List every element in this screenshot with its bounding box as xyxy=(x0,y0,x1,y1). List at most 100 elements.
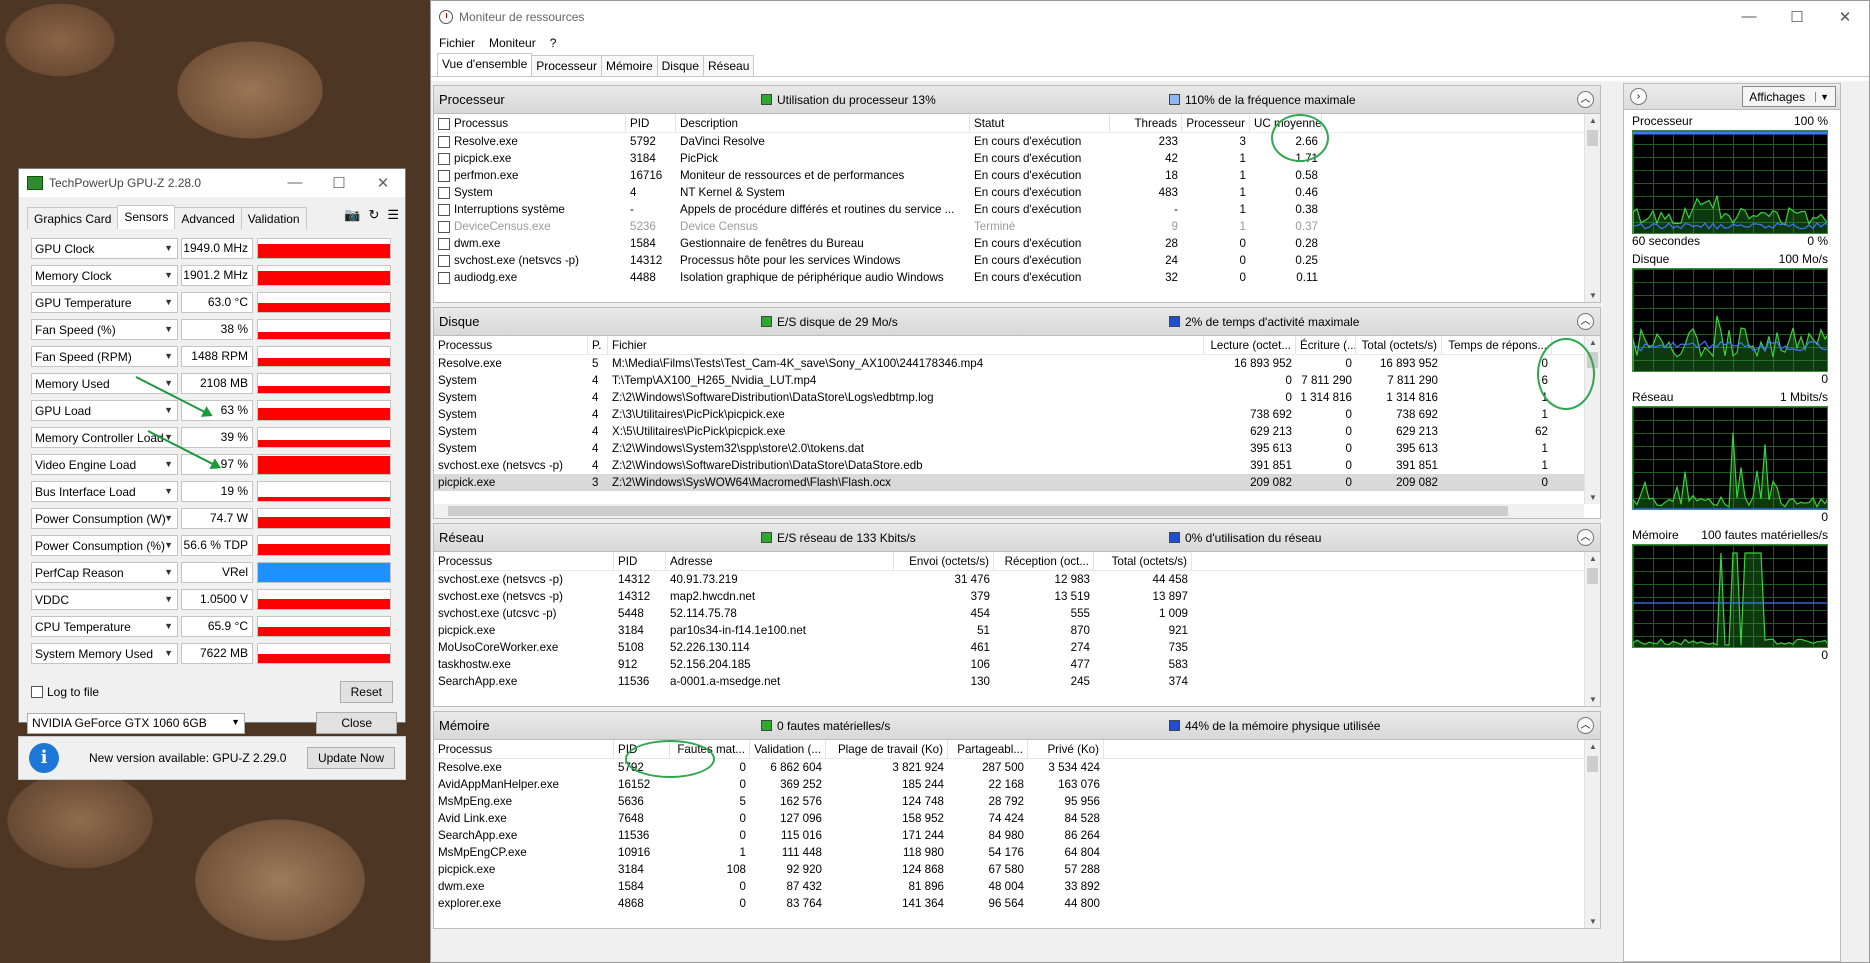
column-header[interactable]: Envoi (octets/s) xyxy=(894,552,994,570)
scroll-thumb[interactable] xyxy=(1587,130,1598,146)
scroll-thumb[interactable] xyxy=(1587,756,1598,772)
close-button[interactable]: ✕ xyxy=(361,174,405,192)
tab-graphics-card[interactable]: Graphics Card xyxy=(27,207,119,229)
select-all-checkbox[interactable] xyxy=(438,117,450,130)
table-row[interactable]: System 4 Z:\2\Windows\System32\spp\store\2… xyxy=(434,440,1600,457)
column-header[interactable]: P. xyxy=(588,336,608,354)
column-header[interactable]: Temps de répons... xyxy=(1442,336,1552,354)
reset-button[interactable]: Reset xyxy=(339,681,393,703)
menu-help[interactable]: ? xyxy=(550,36,557,50)
table-row[interactable]: picpick.exe 3184 par10s34-in-f14.1e100.net… xyxy=(434,622,1600,639)
sensor-name-select[interactable]: Video Engine Load ▼ xyxy=(31,454,178,475)
scroll-up-icon[interactable]: ▲ xyxy=(1585,338,1600,347)
column-header[interactable]: Statut xyxy=(970,114,1110,132)
table-row[interactable]: DeviceCensus.exe 5236 Device Census Terminé… xyxy=(434,218,1600,235)
sensor-name-select[interactable]: Bus Interface Load ▼ xyxy=(31,481,178,502)
scroll-up-icon[interactable]: ▲ xyxy=(1585,116,1600,125)
scroll-down-icon[interactable]: ▼ xyxy=(1585,917,1600,926)
table-row[interactable]: Resolve.exe 5 M:\Media\Films\Tests\Test_Ca… xyxy=(434,355,1600,372)
column-header[interactable]: Privé (Ko) xyxy=(1028,740,1104,758)
tab-disk[interactable]: Disque xyxy=(656,55,704,76)
scroll-thumb[interactable] xyxy=(1587,568,1598,584)
collapse-button[interactable]: ︿ xyxy=(1577,529,1594,546)
table-row[interactable]: svchost.exe (netsvcs -p) 14312 map2.hwcdn.… xyxy=(434,588,1600,605)
column-header[interactable]: Processus xyxy=(434,552,614,570)
sensor-name-select[interactable]: CPU Temperature ▼ xyxy=(31,616,178,637)
log-to-file-checkbox[interactable] xyxy=(31,686,43,698)
row-checkbox[interactable] xyxy=(438,237,450,250)
column-header[interactable]: Threads xyxy=(1110,114,1182,132)
column-header[interactable]: Validation (... xyxy=(750,740,826,758)
table-row[interactable]: System 4 Z:\3\Utilitaires\PicPick\picpick.… xyxy=(434,406,1600,423)
column-header[interactable]: Fichier xyxy=(608,336,1204,354)
column-header[interactable]: Écriture (... xyxy=(1296,336,1356,354)
collapse-button[interactable]: ︿ xyxy=(1577,91,1594,108)
tab-sensors[interactable]: Sensors xyxy=(117,205,176,229)
table-row[interactable]: MoUsoCoreWorker.exe 5108 52.226.130.114 461… xyxy=(434,639,1600,656)
sensor-name-select[interactable]: Memory Used ▼ xyxy=(31,373,178,394)
tab-validation[interactable]: Validation xyxy=(240,207,307,229)
row-checkbox[interactable] xyxy=(438,186,450,199)
table-row[interactable]: Resolve.exe 5792 DaVinci Resolve En cours d… xyxy=(434,133,1600,150)
vertical-scrollbar[interactable]: ▲ ▼ xyxy=(1584,552,1600,706)
tab-advanced[interactable]: Advanced xyxy=(174,207,242,229)
close-button[interactable]: ✕ xyxy=(1821,8,1869,26)
table-row[interactable]: taskhostw.exe 912 52.156.204.185 106 477 583 xyxy=(434,656,1600,673)
scroll-up-icon[interactable]: ▲ xyxy=(1585,742,1600,751)
menu-moniteur[interactable]: Moniteur xyxy=(489,36,536,50)
scroll-thumb[interactable] xyxy=(448,506,1508,516)
vertical-scrollbar[interactable]: ▲ ▼ xyxy=(1584,114,1600,302)
collapse-button[interactable]: ︿ xyxy=(1577,313,1594,330)
table-row[interactable]: Resolve.exe 5792 0 6 862 604 3 821 924 287 50… xyxy=(434,759,1600,776)
horizontal-scrollbar[interactable] xyxy=(434,504,1584,518)
table-row[interactable]: svchost.exe (netsvcs -p) 14312 40.91.73.21… xyxy=(434,571,1600,588)
column-header[interactable]: Adresse xyxy=(666,552,894,570)
column-header[interactable]: Processus xyxy=(434,336,588,354)
minimize-button[interactable]: — xyxy=(273,174,317,192)
scroll-down-icon[interactable]: ▼ xyxy=(1585,291,1600,300)
table-row[interactable]: dwm.exe 1584 0 87 432 81 896 48 004 33 892 xyxy=(434,878,1600,895)
maximize-button[interactable]: ☐ xyxy=(1773,8,1821,26)
sensor-name-select[interactable]: Power Consumption (%) ▼ xyxy=(31,535,178,556)
table-row[interactable]: System 4 Z:\2\Windows\SoftwareDistribution… xyxy=(434,389,1600,406)
column-header[interactable]: Lecture (octet... xyxy=(1204,336,1296,354)
column-header[interactable]: Description xyxy=(676,114,970,132)
menu-fichier[interactable]: Fichier xyxy=(439,36,475,50)
vertical-scrollbar[interactable]: ▲ ▼ xyxy=(1584,740,1600,928)
row-checkbox[interactable] xyxy=(438,254,450,267)
table-row[interactable]: SearchApp.exe 11536 0 115 016 171 244 84 980 8… xyxy=(434,827,1600,844)
table-row[interactable]: explorer.exe 4868 0 83 764 141 364 96 564 44 8… xyxy=(434,895,1600,912)
update-now-button[interactable]: Update Now xyxy=(306,747,395,769)
column-header[interactable]: PID xyxy=(614,552,666,570)
collapse-button[interactable]: ︿ xyxy=(1577,717,1594,734)
sensor-name-select[interactable]: System Memory Used ▼ xyxy=(31,643,178,664)
minimize-button[interactable]: — xyxy=(1725,8,1773,26)
table-row[interactable]: svchost.exe (netsvcs -p) 4 Z:\2\Windows\So… xyxy=(434,457,1600,474)
table-row[interactable]: Interruptions système - Appels de procédur… xyxy=(434,201,1600,218)
sensor-name-select[interactable]: Power Consumption (W) ▼ xyxy=(31,508,178,529)
column-header[interactable]: Processus xyxy=(434,740,614,758)
row-checkbox[interactable] xyxy=(438,169,450,182)
table-row[interactable]: audiodg.exe 4488 Isolation graphique de pé… xyxy=(434,269,1600,286)
row-checkbox[interactable] xyxy=(438,203,450,216)
table-row[interactable]: svchost.exe (utcsvc -p) 5448 52.114.75.78 4… xyxy=(434,605,1600,622)
table-row[interactable]: MsMpEngCP.exe 10916 1 111 448 118 980 54 176 6… xyxy=(434,844,1600,861)
close-window-button[interactable]: Close xyxy=(316,712,397,734)
sensor-name-select[interactable]: GPU Load ▼ xyxy=(31,400,178,421)
table-row[interactable]: picpick.exe 3184 108 92 920 124 868 67 580 57 … xyxy=(434,861,1600,878)
column-header[interactable]: Total (octets/s) xyxy=(1094,552,1192,570)
tab-network[interactable]: Réseau xyxy=(703,55,755,76)
maximize-button[interactable]: ☐ xyxy=(317,174,361,192)
sensor-name-select[interactable]: Memory Controller Load ▼ xyxy=(31,427,178,448)
table-row[interactable]: dwm.exe 1584 Gestionnaire de fenêtres du B… xyxy=(434,235,1600,252)
column-header[interactable]: Partageabl... xyxy=(948,740,1028,758)
table-row[interactable]: System 4 T:\Temp\AX100_H265_Nvidia_LUT.mp4… xyxy=(434,372,1600,389)
column-header[interactable]: Total (octets/s) xyxy=(1356,336,1442,354)
table-row[interactable]: svchost.exe (netsvcs -p) 14312 Processus h… xyxy=(434,252,1600,269)
sensor-name-select[interactable]: Fan Speed (RPM) ▼ xyxy=(31,346,178,367)
table-row[interactable]: picpick.exe 3184 PicPick En cours d'exécuti… xyxy=(434,150,1600,167)
table-row[interactable]: Avid Link.exe 7648 0 127 096 158 952 74 424 84… xyxy=(434,810,1600,827)
row-checkbox[interactable] xyxy=(438,152,450,165)
expand-panel-button[interactable]: › xyxy=(1630,88,1647,105)
table-row[interactable]: AvidAppManHelper.exe 16152 0 369 252 185 244… xyxy=(434,776,1600,793)
